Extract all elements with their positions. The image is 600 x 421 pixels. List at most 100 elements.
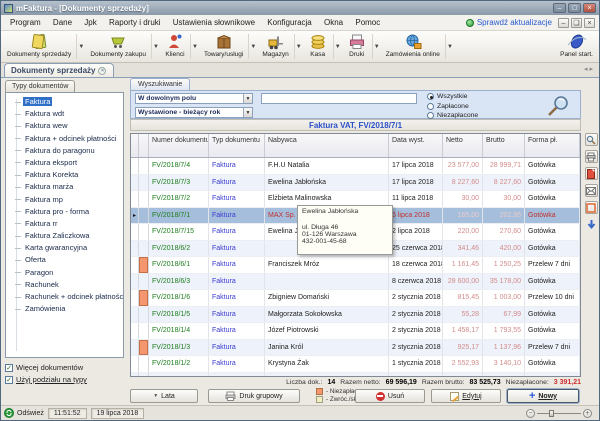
table-row[interactable]: FV/2018/1/4 Faktura Józef Piotrowski 2 s… [131,323,580,340]
tree-item[interactable]: Faktura marża [23,182,75,191]
zoom-slider-thumb[interactable] [549,410,554,417]
tab-dokumenty-sprzedazy[interactable]: Dokumenty sprzedaży × [4,63,114,77]
toolbar-purchase-documents[interactable]: Dokumenty zakupu [86,31,150,62]
toolbar-goods-services[interactable]: Towary/usługi [200,31,247,62]
toolbar-clients[interactable]: Klienci [161,31,189,62]
mark-unpaid-icon[interactable] [585,201,598,214]
clients-dropdown[interactable]: ▼ [190,34,199,59]
tree-item[interactable]: Oferta [23,255,48,264]
delete-button[interactable]: Usuń [355,389,425,403]
child-minimize-button[interactable]: – [558,18,569,28]
col-typ[interactable]: Typ dokumentu [209,134,265,157]
tree-item[interactable]: Faktura eksport [23,158,79,167]
child-restore-button[interactable]: ❏ [571,18,582,28]
child-close-button[interactable]: × [584,18,595,28]
menu-item[interactable]: Jpk [79,16,101,29]
refresh-button[interactable]: Odśwież [4,408,44,418]
col-netto[interactable]: Netto [443,134,483,157]
years-button[interactable]: ▼ Lata [130,389,198,403]
tree-item[interactable]: Faktura do paragonu [23,146,97,155]
toolbar-warehouse[interactable]: Magazyn [258,31,292,62]
radio-wszystkie[interactable]: Wszystkie [427,93,478,100]
table-row[interactable]: FV/2018/7/3 Faktura Ewelina Jabłońska 17… [131,175,580,192]
search-magnifier-icon[interactable] [546,94,572,118]
table-row[interactable]: FV/2018/6/1 Faktura Franciszek Mróz 18 c… [131,257,580,274]
purchase-documents-dropdown[interactable]: ▼ [151,34,160,59]
tree-item[interactable]: Zamówienia [23,304,67,313]
warehouse-dropdown[interactable]: ▼ [294,34,303,59]
print-icon[interactable] [585,150,598,163]
table-row[interactable]: FV/2018/1/3 Faktura Janina Król 2 styczn… [131,340,580,357]
plus-icon: + [529,391,535,401]
search-input[interactable] [261,93,417,104]
toolbar-sale-documents[interactable]: Dokumenty sprzedaży [3,31,75,62]
maximize-button[interactable]: □ [568,3,581,13]
tree-item[interactable]: Faktura + odcinek płatności [23,134,119,143]
tab-typy-dokumentow[interactable]: Typy dokumentów [5,80,75,92]
col-numer[interactable]: Numer dokumentu [149,134,209,157]
email-icon[interactable] [585,184,598,197]
close-button[interactable]: × [583,3,596,13]
menu-item[interactable]: Dane [48,16,77,29]
search-period-select[interactable]: Wystawione - bieżący rok ▼ [135,107,253,118]
menu-item[interactable]: Ustawienia słownikowe [168,16,260,29]
zoom-in-icon[interactable]: + [583,409,592,418]
tree-item[interactable]: Faktura pro - forma [23,207,91,216]
new-button[interactable]: + Nowy [507,389,579,403]
tree-item[interactable]: Rachunek [23,280,61,289]
goods-services-dropdown[interactable]: ▼ [248,34,257,59]
menu-item[interactable]: Pomoc [350,16,385,29]
radio-niezaplacone[interactable]: Niezapłacone [427,112,478,119]
tree-item[interactable]: Paragon [23,268,55,277]
edit-button[interactable]: Edytuj [431,389,501,403]
use-type-split-checkbox[interactable]: ✓ Użyj podziału na typy [5,375,125,384]
table-row[interactable]: FV/2018/1/2 Faktura Krystyna Żak 1 stycz… [131,356,580,373]
tree-item[interactable]: Karta gwarancyjna [23,243,89,252]
menu-item[interactable]: Raporty i druki [104,16,166,29]
table-header: Numer dokumentu Typ dokumentu Nabywca Da… [131,134,580,158]
download-arrow-icon[interactable] [585,218,598,231]
search-field-select[interactable]: W dowolnym polu ▼ [135,93,253,104]
tree-item[interactable]: Faktura [23,97,52,106]
total-unpaid: 3 391,21 [554,379,581,386]
table-row[interactable]: FV/2018/6/3 Faktura 8 czerwca 2018 28 60… [131,274,580,291]
col-nabywca[interactable]: Nabywca [265,134,389,157]
prints-dropdown[interactable]: ▼ [372,34,381,59]
col-forma[interactable]: Forma pł. [525,134,580,157]
tree-item[interactable]: Faktura rr [23,219,60,228]
more-documents-checkbox[interactable]: ✓ Więcej dokumentów [5,363,125,372]
online-orders-dropdown[interactable]: ▼ [445,34,454,59]
tree-item[interactable]: Rachunek + odcinek płatności [23,292,124,301]
zoom-out-icon[interactable]: − [526,409,535,418]
preview-search-icon[interactable] [585,133,598,146]
radio-zaplacone[interactable]: Zapłacone [427,103,478,110]
tab-close-icon[interactable]: × [98,67,106,75]
table-row[interactable]: FV/2018/1/6 Faktura Zbigniew Domański 2 … [131,290,580,307]
toolbar-prints[interactable]: Druki [343,31,371,62]
cash-dropdown[interactable]: ▼ [333,34,342,59]
tree-item[interactable]: Faktura Korekta [23,170,80,179]
menu-item[interactable]: Program [5,16,46,29]
toolbar-online-orders[interactable]: Zamówienia online [382,31,444,62]
tree-item[interactable]: Faktura wdt [23,109,66,118]
tree-item[interactable]: Faktura wew [23,121,70,130]
minimize-button[interactable]: – [553,3,566,13]
tab-nav-arrows[interactable]: ◂▸ [584,65,595,73]
tab-wyszukiwanie[interactable]: Wyszukiwanie [130,78,190,90]
table-row[interactable]: FV/2018/7/4 Faktura F.H.U Natalia 17 lip… [131,158,580,175]
tree-item[interactable]: Faktura mp [23,195,65,204]
table-row[interactable]: FV/2018/1/5 Faktura Małgorzata Sokołowsk… [131,307,580,324]
group-print-button[interactable]: Druk grupowy [208,389,300,403]
zoom-slider[interactable]: − + [526,409,592,418]
menu-item[interactable]: Konfiguracja [262,16,316,29]
check-updates-link[interactable]: Sprawdź aktualizacje [466,18,552,27]
pdf-export-icon[interactable] [585,167,598,180]
toolbar-panel-start[interactable]: Panel start. [556,31,597,62]
tree-item[interactable]: Faktura Zaliczkowa [23,231,92,240]
app-icon [4,4,13,13]
toolbar-cash[interactable]: Kasa [304,31,332,62]
col-brutto[interactable]: Brutto [483,134,525,157]
menu-item[interactable]: Okna [319,16,348,29]
sale-documents-dropdown[interactable]: ▼ [76,34,85,59]
col-data[interactable]: Data wyst. [389,134,443,157]
